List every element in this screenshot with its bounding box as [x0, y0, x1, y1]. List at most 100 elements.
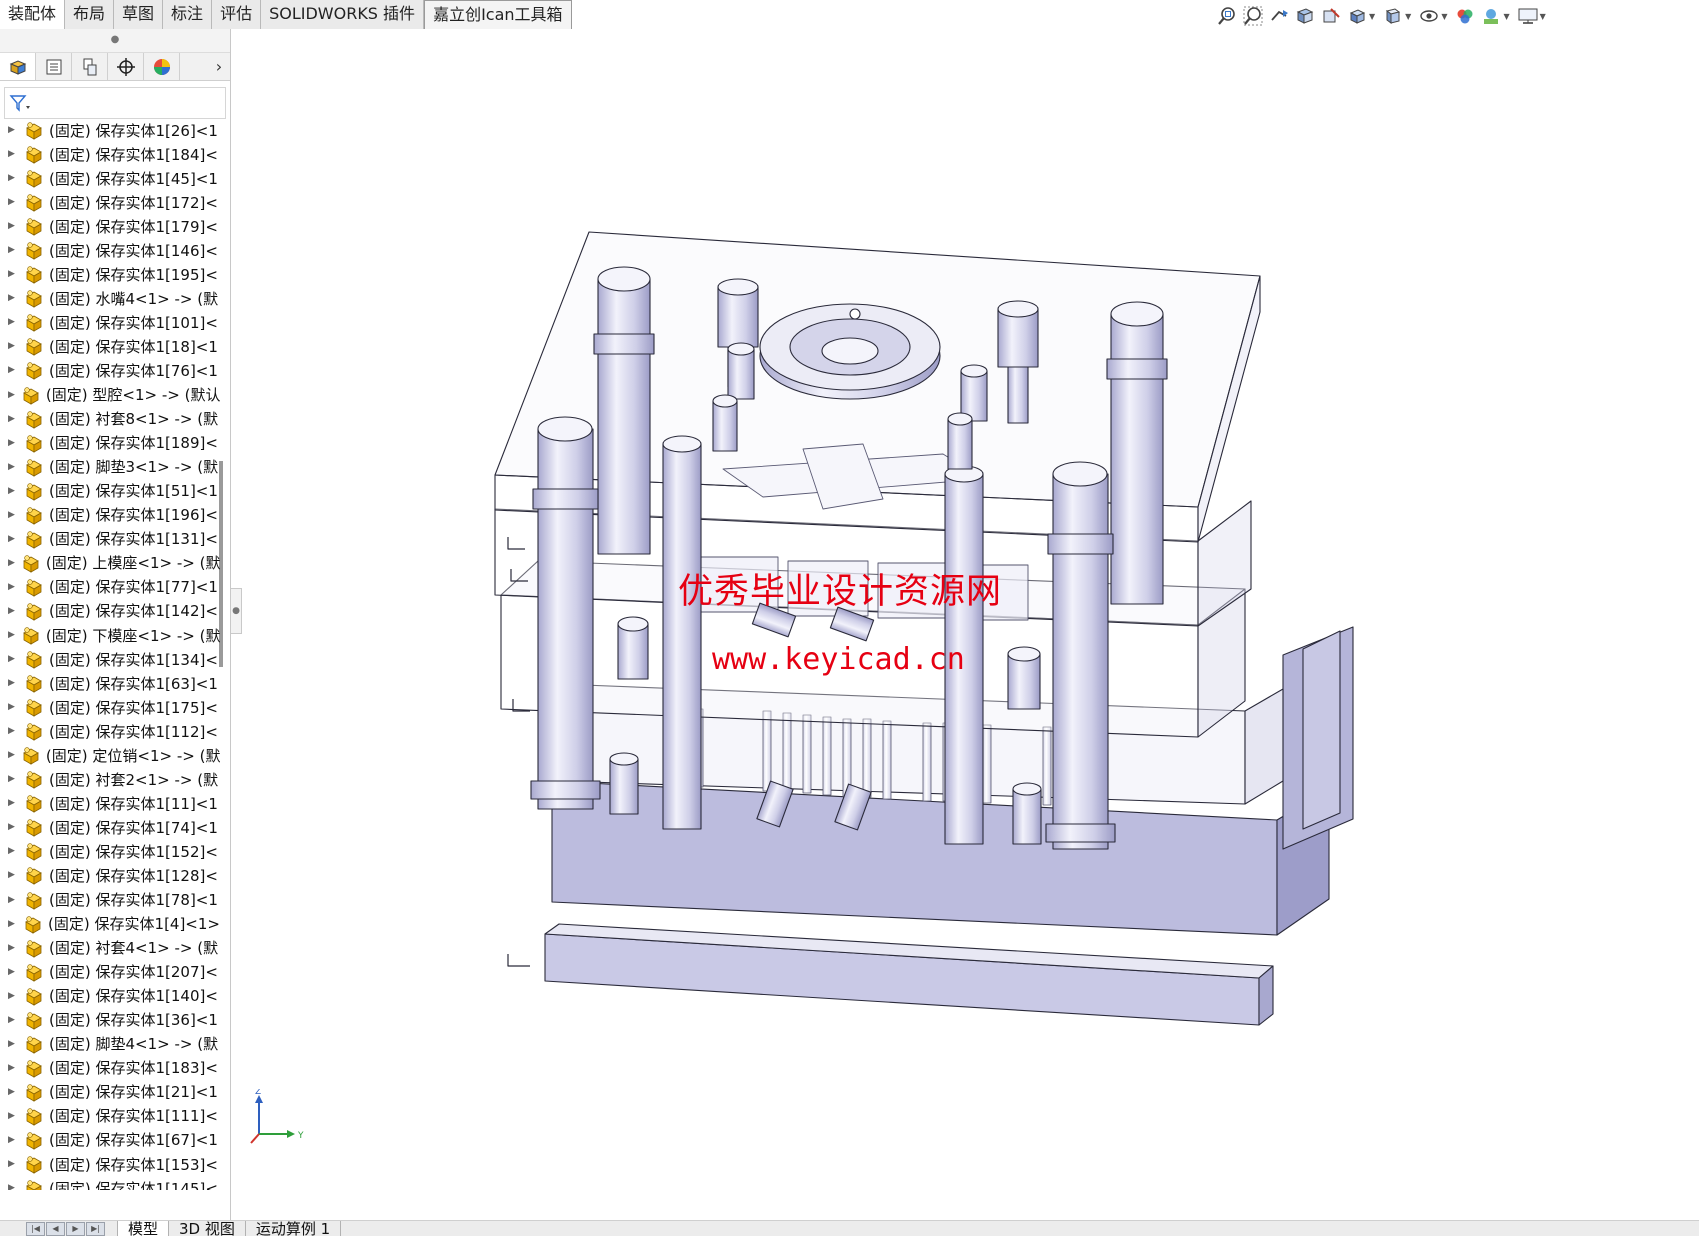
graphics-area[interactable]: 优秀毕业设计资源网 www.keyicad.cn Z Y — [243, 29, 1699, 1220]
tree-item[interactable]: ▶ (固定) 保存实体1[184]< — [0, 142, 220, 166]
tree-item[interactable]: ▶ (固定) 保存实体1[131]< — [0, 527, 220, 551]
tree-item[interactable]: ▶ (固定) 保存实体1[179]< — [0, 214, 220, 238]
chevron-down-icon[interactable]: ▼ — [1405, 12, 1411, 21]
tree-item[interactable]: ▶ (固定) 保存实体1[189]< — [0, 431, 220, 455]
tree-item[interactable]: ▶ (固定) 保存实体1[153]< — [0, 1152, 220, 1176]
filter-icon[interactable] — [9, 93, 31, 113]
tree-item[interactable]: ▶ (固定) 保存实体1[51]<1 — [0, 479, 220, 503]
prev-tab-icon[interactable]: ◀ — [46, 1221, 65, 1236]
first-tab-icon[interactable]: |◀ — [26, 1221, 45, 1236]
expand-arrow-icon[interactable]: ▶ — [8, 630, 15, 640]
apply-scene-icon[interactable] — [1479, 5, 1503, 27]
expand-arrow-icon[interactable]: ▶ — [8, 1135, 18, 1145]
configuration-manager-tab-icon[interactable] — [72, 53, 108, 80]
tree-item[interactable]: ▶ (固定) 衬套8<1> -> (默 — [0, 407, 220, 431]
tree-item[interactable]: ▶ (固定) 保存实体1[63]<1 — [0, 671, 220, 695]
view-orientation-icon[interactable] — [1345, 5, 1369, 27]
chevron-right-icon[interactable]: › — [208, 53, 230, 80]
chevron-down-icon[interactable]: ▼ — [1503, 12, 1509, 21]
tree-item[interactable]: ▶ (固定) 型腔<1> -> (默认 — [0, 383, 220, 407]
tree-item[interactable]: ▶ (固定) 保存实体1[76]<1 — [0, 358, 220, 382]
tree-item[interactable]: ▶ (固定) 保存实体1[172]< — [0, 190, 220, 214]
expand-arrow-icon[interactable]: ▶ — [8, 341, 18, 351]
expand-arrow-icon[interactable]: ▶ — [8, 438, 18, 448]
tree-item[interactable]: ▶ (固定) 保存实体1[152]< — [0, 839, 220, 863]
expand-arrow-icon[interactable]: ▶ — [8, 1015, 18, 1025]
edit-appearance-icon[interactable] — [1453, 5, 1477, 27]
tree-item[interactable]: ▶ (固定) 保存实体1[26]<1 — [0, 118, 220, 142]
tree-item[interactable]: ▶ (固定) 保存实体1[175]< — [0, 695, 220, 719]
expand-arrow-icon[interactable]: ▶ — [8, 1159, 18, 1169]
view-settings-icon[interactable] — [1516, 5, 1540, 27]
tree-item[interactable]: ▶ (固定) 保存实体1[128]< — [0, 863, 220, 887]
expand-arrow-icon[interactable]: ▶ — [8, 1039, 18, 1049]
expand-arrow-icon[interactable]: ▶ — [8, 943, 18, 953]
expand-arrow-icon[interactable]: ▶ — [8, 1111, 18, 1121]
tab-evaluate[interactable]: 评估 — [212, 0, 262, 29]
tree-item[interactable]: ▶ (固定) 保存实体1[11]<1 — [0, 791, 220, 815]
tree-item[interactable]: ▶ (固定) 保存实体1[78]<1 — [0, 888, 220, 912]
tree-item[interactable]: ▶ (固定) 保存实体1[183]< — [0, 1056, 220, 1080]
expand-arrow-icon[interactable]: ▶ — [8, 895, 18, 905]
tab-motion-study[interactable]: 运动算例 1 — [246, 1221, 342, 1236]
tree-item[interactable]: ▶ (固定) 脚垫4<1> -> (默 — [0, 1032, 220, 1056]
tree-item[interactable]: ▶ (固定) 脚垫3<1> -> (默 — [0, 455, 220, 479]
tree-item[interactable]: ▶ (固定) 保存实体1[142]< — [0, 599, 220, 623]
expand-arrow-icon[interactable]: ▶ — [8, 991, 18, 1001]
expand-arrow-icon[interactable]: ▶ — [8, 678, 18, 688]
tree-item[interactable]: ▶ (固定) 保存实体1[67]<1 — [0, 1128, 220, 1152]
expand-arrow-icon[interactable]: ▶ — [8, 317, 18, 327]
expand-arrow-icon[interactable]: ▶ — [8, 846, 18, 856]
tab-3d-view[interactable]: 3D 视图 — [169, 1221, 246, 1236]
tree-item[interactable]: ▶ (固定) 保存实体1[111]< — [0, 1104, 220, 1128]
expand-arrow-icon[interactable]: ▶ — [8, 1087, 18, 1097]
mold-assembly-model[interactable] — [243, 29, 1699, 1220]
chevron-down-icon[interactable]: ▼ — [1441, 12, 1447, 21]
expand-arrow-icon[interactable]: ▶ — [8, 486, 18, 496]
tree-item[interactable]: ▶ (固定) 保存实体1[145]< — [0, 1176, 220, 1190]
hide-show-items-icon[interactable] — [1417, 5, 1441, 27]
tab-solidworks-addins[interactable]: SOLIDWORKS 插件 — [261, 0, 425, 29]
property-manager-tab-icon[interactable] — [36, 53, 72, 80]
tree-item[interactable]: ▶ (固定) 保存实体1[140]< — [0, 984, 220, 1008]
expand-arrow-icon[interactable]: ▶ — [8, 774, 18, 784]
tree-item[interactable]: ▶ (固定) 保存实体1[4]<1> — [0, 912, 220, 936]
expand-arrow-icon[interactable]: ▶ — [8, 750, 15, 760]
tab-layout[interactable]: 布局 — [65, 0, 115, 29]
expand-arrow-icon[interactable]: ▶ — [8, 293, 18, 303]
tab-jlc-toolbox[interactable]: 嘉立创Ican工具箱 — [424, 0, 572, 29]
expand-arrow-icon[interactable]: ▶ — [8, 606, 18, 616]
tree-item[interactable]: ▶ (固定) 保存实体1[196]< — [0, 503, 220, 527]
expand-arrow-icon[interactable]: ▶ — [8, 726, 18, 736]
expand-arrow-icon[interactable]: ▶ — [8, 462, 18, 472]
expand-arrow-icon[interactable]: ▶ — [8, 149, 18, 159]
tree-item[interactable]: ▶ (固定) 衬套2<1> -> (默 — [0, 767, 220, 791]
expand-arrow-icon[interactable]: ▶ — [8, 390, 15, 400]
tree-item[interactable]: ▶ (固定) 保存实体1[134]< — [0, 647, 220, 671]
expand-arrow-icon[interactable]: ▶ — [8, 870, 18, 880]
tree-item[interactable]: ▶ (固定) 保存实体1[45]<1 — [0, 166, 220, 190]
section-view-icon[interactable] — [1293, 5, 1317, 27]
expand-arrow-icon[interactable]: ▶ — [8, 125, 18, 135]
tab-model[interactable]: 模型 — [117, 1221, 170, 1236]
expand-arrow-icon[interactable]: ▶ — [8, 1183, 18, 1190]
chevron-down-icon[interactable]: ▼ — [1540, 12, 1546, 21]
expand-arrow-icon[interactable]: ▶ — [8, 919, 17, 929]
tree-item[interactable]: ▶ (固定) 保存实体1[195]< — [0, 262, 220, 286]
expand-arrow-icon[interactable]: ▶ — [8, 221, 18, 231]
expand-arrow-icon[interactable]: ▶ — [8, 558, 15, 568]
tree-item[interactable]: ▶ (固定) 保存实体1[18]<1 — [0, 334, 220, 358]
zoom-to-fit-icon[interactable] — [1215, 5, 1239, 27]
expand-arrow-icon[interactable]: ▶ — [8, 967, 18, 977]
expand-arrow-icon[interactable]: ▶ — [8, 510, 18, 520]
feature-manager-tab-icon[interactable] — [0, 53, 36, 80]
tab-sketch[interactable]: 草图 — [114, 0, 164, 29]
expand-arrow-icon[interactable]: ▶ — [8, 798, 18, 808]
display-manager-tab-icon[interactable] — [144, 53, 180, 80]
expand-arrow-icon[interactable]: ▶ — [8, 269, 18, 279]
tree-item[interactable]: ▶ (固定) 保存实体1[146]< — [0, 238, 220, 262]
tree-item[interactable]: ▶ (固定) 保存实体1[21]<1 — [0, 1080, 220, 1104]
tree-item[interactable]: ▶ (固定) 保存实体1[112]< — [0, 719, 220, 743]
expand-arrow-icon[interactable]: ▶ — [8, 1063, 18, 1073]
tree-item[interactable]: ▶ (固定) 下模座<1> -> (默 — [0, 623, 220, 647]
